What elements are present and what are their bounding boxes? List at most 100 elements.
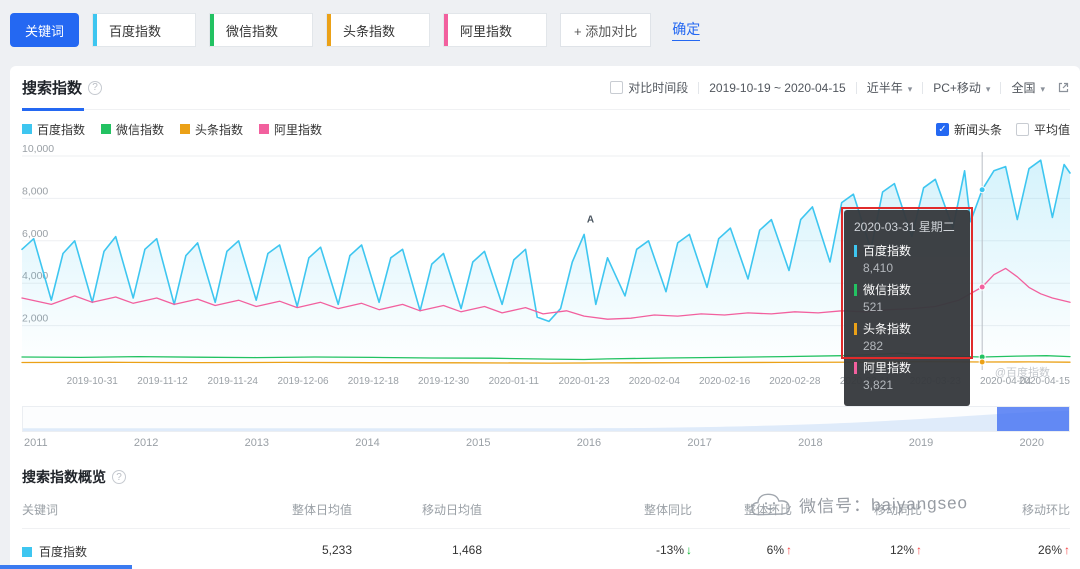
arrow-up-icon: ↑ bbox=[1064, 543, 1070, 557]
legend-color-chip bbox=[259, 124, 269, 134]
brush-selection[interactable] bbox=[997, 407, 1069, 431]
value-cell-2: 1,468 bbox=[352, 543, 482, 560]
confirm-link[interactable]: 确定 bbox=[672, 19, 700, 41]
x-axis-label: 2019-12-18 bbox=[348, 376, 400, 387]
timeline-year-label: 2011 bbox=[24, 437, 48, 449]
tab-color-stripe bbox=[93, 14, 97, 46]
chevron-down-icon bbox=[1040, 81, 1045, 95]
legend-toggles: 新闻头条 平均值 bbox=[936, 121, 1070, 138]
y-axis-label: 6,000 bbox=[22, 228, 48, 240]
panel-header: 搜索指数 对比时间段 2019-10-19 ~ 2020-04-15 近半年 P… bbox=[22, 66, 1070, 110]
value-cell-4: 6%↑ bbox=[692, 543, 792, 560]
timeline-brush[interactable] bbox=[22, 406, 1070, 432]
legend-item-2[interactable]: 微信指数 bbox=[101, 121, 164, 138]
checkbox-icon[interactable] bbox=[1016, 123, 1029, 136]
value-cell-6: 26%↑ bbox=[922, 543, 1070, 560]
overview-header: 搜索指数概览 bbox=[22, 467, 1070, 487]
chevron-down-icon bbox=[986, 81, 991, 95]
legend-item-1[interactable]: 百度指数 bbox=[22, 121, 85, 138]
tooltip-series-value: 3,821 bbox=[863, 378, 960, 392]
tooltip-item-1: 百度指数8,410 bbox=[854, 242, 960, 275]
x-axis-label: 2020-02-16 bbox=[699, 376, 751, 387]
keyword-tab-1[interactable]: 百度指数 bbox=[92, 13, 196, 47]
horizontal-scrollbar-thumb[interactable] bbox=[0, 565, 132, 569]
x-axis-label: 2019-11-12 bbox=[137, 376, 188, 387]
legend-item-4[interactable]: 阿里指数 bbox=[259, 121, 322, 138]
timeline-year-label: 2012 bbox=[134, 437, 158, 449]
help-icon[interactable] bbox=[112, 470, 126, 484]
y-axis-label: 8,000 bbox=[22, 185, 48, 197]
keyword-tab-2[interactable]: 微信指数 bbox=[209, 13, 313, 47]
legend-toggle-1[interactable]: 新闻头条 bbox=[936, 121, 1002, 138]
time-range-select[interactable]: 近半年 bbox=[867, 79, 913, 96]
tooltip-series-value: 8,410 bbox=[863, 261, 960, 275]
tooltip-item-3: 头条指数282 bbox=[854, 320, 960, 353]
timeline-year-label: 2016 bbox=[577, 437, 601, 449]
tooltip-items: 百度指数8,410微信指数521头条指数282阿里指数3,821 bbox=[854, 242, 960, 392]
legend-item-3[interactable]: 头条指数 bbox=[180, 121, 243, 138]
toggle-label: 平均值 bbox=[1034, 121, 1070, 138]
legend-color-chip bbox=[101, 124, 111, 134]
keyword-tab-4[interactable]: 阿里指数 bbox=[443, 13, 547, 47]
divider bbox=[856, 82, 857, 94]
legend-color-chip bbox=[22, 124, 32, 134]
table-header-3: 移动日均值 bbox=[352, 501, 482, 518]
divider bbox=[698, 82, 699, 94]
value-cell-3: -13%↓ bbox=[482, 543, 692, 560]
y-axis-label: 10,000 bbox=[22, 143, 54, 155]
value-cell-1: 5,233 bbox=[242, 543, 352, 560]
compare-period-checkbox[interactable]: 对比时间段 bbox=[610, 79, 688, 96]
keyword-label: 百度指数 bbox=[39, 543, 87, 560]
hover-dot bbox=[979, 284, 985, 290]
x-axis-label: 2020-02-04 bbox=[629, 376, 681, 387]
keyword-color-chip bbox=[22, 547, 32, 557]
tab-color-stripe bbox=[444, 14, 448, 46]
tooltip-item-2: 微信指数521 bbox=[854, 281, 960, 314]
hover-dot bbox=[979, 359, 985, 365]
top-toolbar: 关键词 百度指数 微信指数 头条指数阿里指数 + 添加对比 确定 bbox=[0, 0, 1080, 47]
tooltip-series-value: 521 bbox=[863, 300, 960, 314]
tab-label: 百度指数 bbox=[109, 21, 161, 40]
x-axis-label: 2019-10-31 bbox=[67, 376, 119, 387]
table-row: 百度指数 5,2331,468-13%↓6%↑12%↑26%↑ bbox=[22, 529, 1070, 569]
chevron-down-icon bbox=[908, 81, 913, 95]
tab-label: 微信指数 bbox=[226, 21, 278, 40]
timeline-year-label: 2013 bbox=[245, 437, 269, 449]
timeline-year-label: 2019 bbox=[909, 437, 933, 449]
chart-watermark: @百度指数 bbox=[995, 364, 1050, 380]
panel-title: 搜索指数 bbox=[22, 77, 82, 98]
checkbox-icon[interactable] bbox=[610, 81, 623, 94]
x-axis-label: 2019-11-24 bbox=[208, 376, 259, 387]
x-axis-label: 2019-12-30 bbox=[418, 376, 470, 387]
tab-color-stripe bbox=[210, 14, 214, 46]
hover-dot bbox=[979, 187, 985, 193]
add-compare-button[interactable]: + 添加对比 bbox=[560, 13, 651, 47]
date-range: 2019-10-19 ~ 2020-04-15 bbox=[709, 81, 845, 95]
value-cell-5: 12%↑ bbox=[792, 543, 922, 560]
trend-chart[interactable]: 10,0008,0006,0004,0002,0002019-10-312019… bbox=[22, 148, 1070, 398]
legend-toggle-2[interactable]: 平均值 bbox=[1016, 121, 1070, 138]
divider bbox=[1000, 82, 1001, 94]
news-annotation-marker[interactable]: A bbox=[587, 214, 594, 225]
keyword-cell: 百度指数 bbox=[22, 543, 242, 560]
active-tab-indicator bbox=[22, 108, 84, 111]
timeline-year-label: 2015 bbox=[466, 437, 490, 449]
overview-table-body: 百度指数 5,2331,468-13%↓6%↑12%↑26%↑ bbox=[22, 529, 1070, 569]
tooltip-color-bar bbox=[854, 323, 857, 335]
legend-label: 百度指数 bbox=[37, 121, 85, 138]
legend-label: 阿里指数 bbox=[274, 121, 322, 138]
region-select[interactable]: 全国 bbox=[1011, 79, 1045, 96]
help-icon[interactable] bbox=[88, 81, 102, 95]
series-legend: 百度指数 微信指数头条指数 阿里指数 bbox=[22, 121, 322, 138]
checkbox-icon[interactable] bbox=[936, 123, 949, 136]
external-link-icon[interactable] bbox=[1057, 81, 1070, 94]
timeline-year-label: 2018 bbox=[798, 437, 822, 449]
keyword-button[interactable]: 关键词 bbox=[10, 13, 79, 47]
device-select[interactable]: PC+移动 bbox=[933, 79, 990, 96]
tooltip-date: 2020-03-31 星期二 bbox=[854, 218, 960, 235]
keyword-tab-3[interactable]: 头条指数 bbox=[326, 13, 430, 47]
legend-label: 微信指数 bbox=[116, 121, 164, 138]
tooltip-series-value: 282 bbox=[863, 339, 960, 353]
table-header-2: 整体日均值 bbox=[242, 501, 352, 518]
wechat-watermark-text: 微信号：baiyangseo bbox=[799, 488, 969, 517]
